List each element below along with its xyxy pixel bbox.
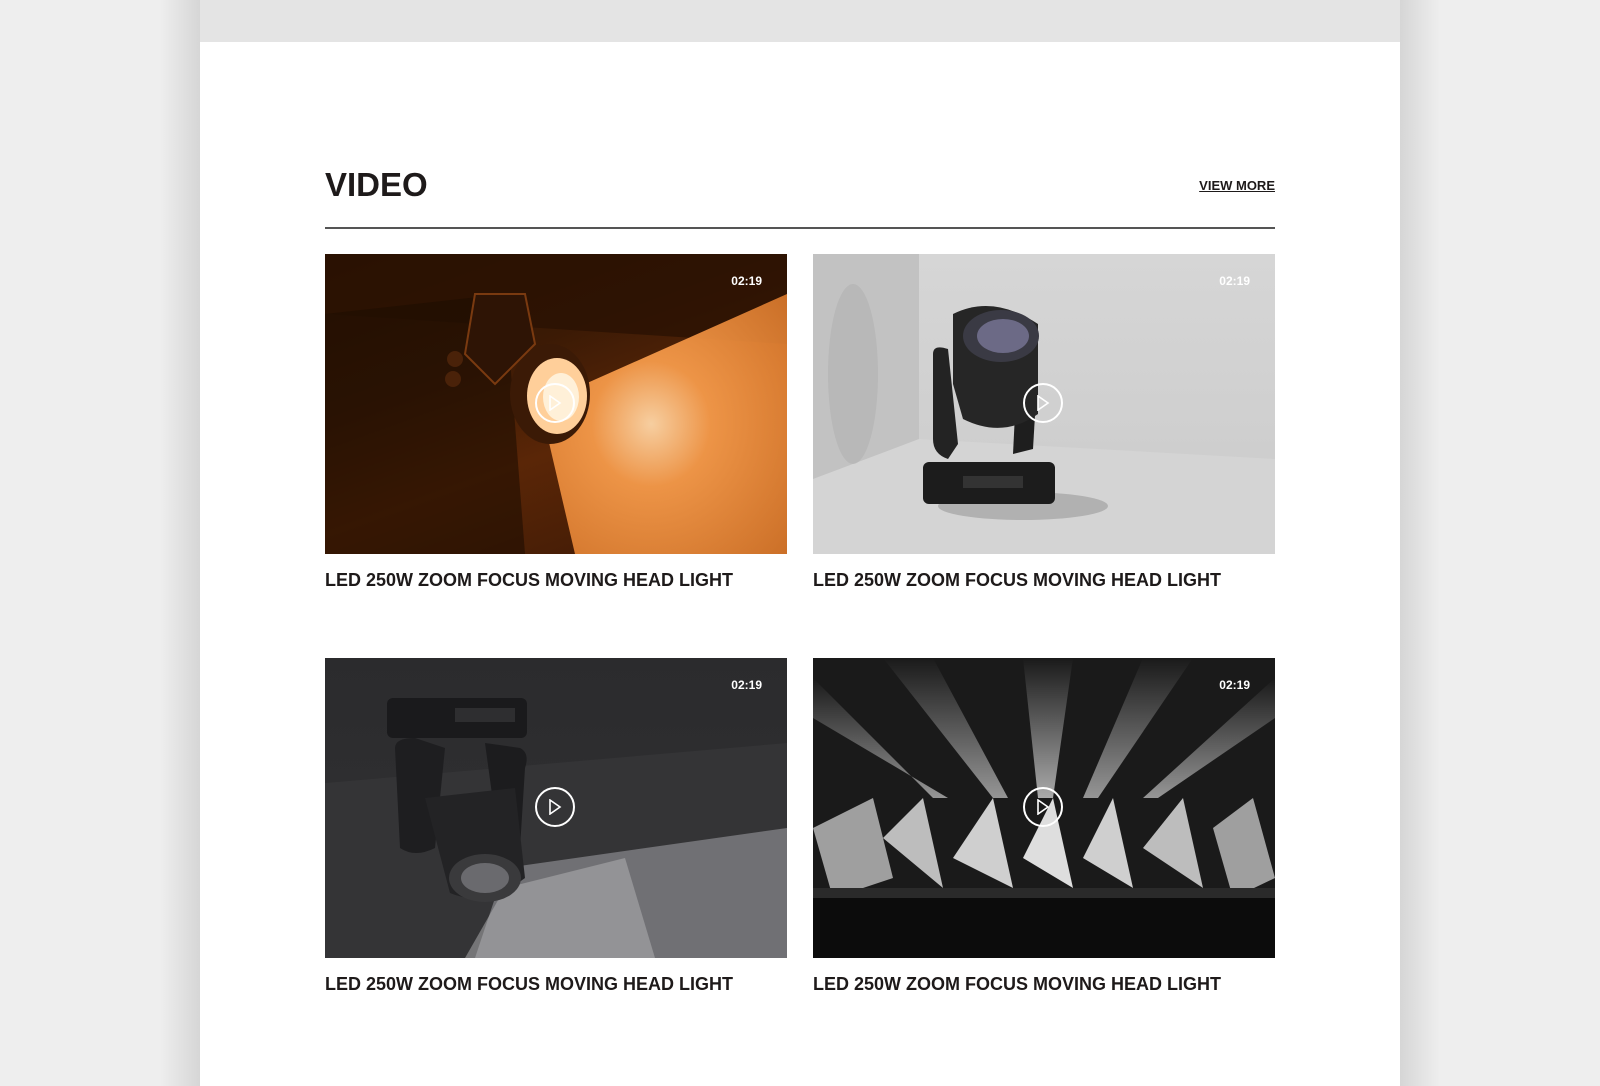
video-title[interactable]: LED 250W ZOOM FOCUS MOVING HEAD LIGHT bbox=[325, 974, 787, 995]
play-icon bbox=[1037, 395, 1050, 411]
page-container: VIDEO VIEW MORE 02:19 LED 250W ZOOM FOCU… bbox=[200, 0, 1400, 1086]
play-button[interactable] bbox=[535, 787, 575, 827]
play-icon bbox=[549, 799, 562, 815]
play-icon bbox=[1037, 799, 1050, 815]
video-card[interactable]: 02:19 LED 250W ZOOM FOCUS MOVING HEAD LI… bbox=[325, 254, 787, 591]
video-thumbnail[interactable]: 02:19 bbox=[325, 658, 787, 958]
video-title[interactable]: LED 250W ZOOM FOCUS MOVING HEAD LIGHT bbox=[325, 570, 787, 591]
video-duration: 02:19 bbox=[731, 678, 762, 692]
section-title: VIDEO bbox=[325, 166, 428, 203]
page-shadow-right bbox=[1400, 0, 1440, 1086]
play-button[interactable] bbox=[1023, 787, 1063, 827]
video-card[interactable]: 02:19 LED 250W ZOOM FOCUS MOVING HEAD LI… bbox=[813, 254, 1275, 591]
play-button[interactable] bbox=[1023, 383, 1063, 423]
section-divider bbox=[325, 227, 1275, 229]
video-duration: 02:19 bbox=[1219, 678, 1250, 692]
top-bar bbox=[200, 0, 1400, 42]
video-card[interactable]: 02:19 LED 250W ZOOM FOCUS MOVING HEAD LI… bbox=[813, 658, 1275, 995]
play-icon bbox=[549, 395, 562, 411]
video-card[interactable]: 02:19 LED 250W ZOOM FOCUS MOVING HEAD LI… bbox=[325, 658, 787, 995]
video-duration: 02:19 bbox=[731, 274, 762, 288]
page-shadow-left bbox=[160, 0, 200, 1086]
video-title[interactable]: LED 250W ZOOM FOCUS MOVING HEAD LIGHT bbox=[813, 570, 1275, 591]
view-more-link[interactable]: VIEW MORE bbox=[1199, 178, 1275, 193]
video-title[interactable]: LED 250W ZOOM FOCUS MOVING HEAD LIGHT bbox=[813, 974, 1275, 995]
video-thumbnail[interactable]: 02:19 bbox=[813, 254, 1275, 554]
video-duration: 02:19 bbox=[1219, 274, 1250, 288]
video-thumbnail[interactable]: 02:19 bbox=[325, 254, 787, 554]
video-thumbnail[interactable]: 02:19 bbox=[813, 658, 1275, 958]
play-button[interactable] bbox=[535, 383, 575, 423]
